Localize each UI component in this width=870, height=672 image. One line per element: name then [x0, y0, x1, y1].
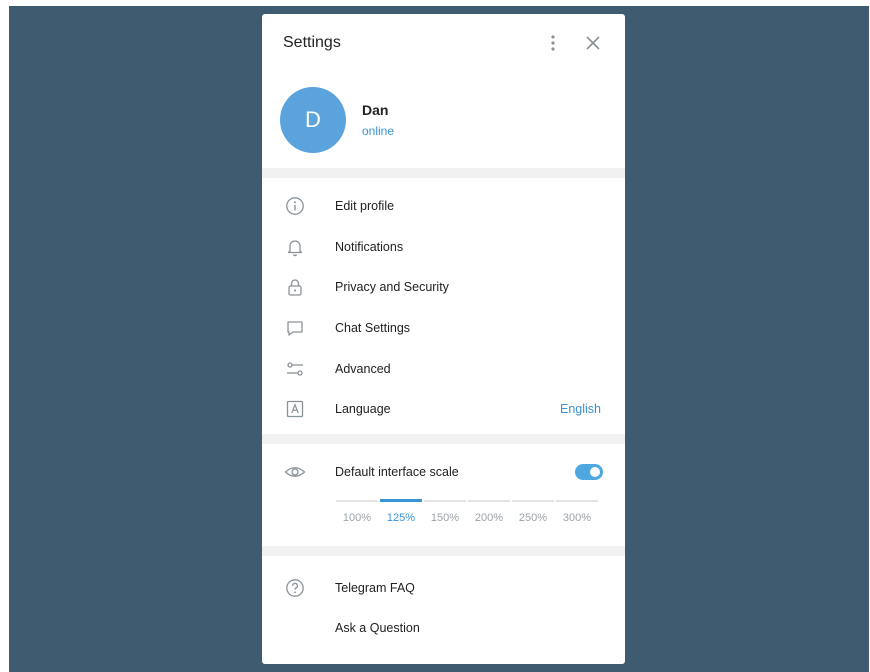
interface-scale-row[interactable]: Default interface scale	[262, 444, 625, 500]
blank-icon	[284, 617, 306, 639]
profile-status: online	[362, 124, 395, 138]
scale-option-300[interactable]: 300%	[555, 512, 599, 524]
menu-item-privacy-security[interactable]: Privacy and Security	[262, 267, 625, 308]
scale-segment[interactable]	[512, 499, 554, 502]
close-button[interactable]	[581, 31, 605, 55]
language-icon	[284, 398, 306, 420]
menu-item-label: Notifications	[335, 239, 404, 254]
scale-option-125[interactable]: 125%	[379, 512, 423, 524]
settings-menu: Edit profile Notifications Privacy and S…	[262, 178, 625, 434]
menu-item-label: Language	[335, 402, 391, 417]
section-divider	[262, 168, 625, 178]
menu-item-telegram-faq[interactable]: Telegram FAQ	[262, 568, 625, 609]
menu-item-chat-settings[interactable]: Chat Settings	[262, 308, 625, 349]
scale-selector: 100% 125% 150% 200% 250% 300%	[335, 499, 599, 540]
scale-toggle[interactable]	[575, 463, 603, 480]
question-icon	[284, 577, 306, 599]
close-icon	[586, 36, 600, 50]
eye-icon	[284, 461, 306, 483]
scale-segment[interactable]	[424, 499, 466, 502]
scale-segment[interactable]	[468, 499, 510, 502]
chat-icon	[284, 317, 306, 339]
settings-panel: Settings D Dan online Edit profile Notif…	[262, 14, 625, 664]
settings-header: Settings	[262, 14, 625, 72]
scale-option-250[interactable]: 250%	[511, 512, 555, 524]
menu-item-notifications[interactable]: Notifications	[262, 227, 625, 268]
info-icon	[284, 195, 306, 217]
menu-item-label: Telegram FAQ	[335, 580, 415, 595]
scale-option-150[interactable]: 150%	[423, 512, 467, 524]
profile-name: Dan	[362, 102, 389, 118]
bell-icon	[284, 236, 306, 258]
menu-item-label: Chat Settings	[335, 321, 411, 336]
scale-segment[interactable]	[380, 499, 422, 503]
scale-segment[interactable]	[556, 499, 598, 502]
scale-option-200[interactable]: 200%	[467, 512, 511, 524]
menu-item-ask-question[interactable]: Ask a Question	[262, 608, 625, 649]
language-value: English	[560, 402, 601, 417]
profile-section[interactable]: D Dan online	[262, 72, 625, 168]
avatar[interactable]: D	[280, 87, 346, 153]
menu-item-label: Privacy and Security	[335, 280, 449, 295]
menu-item-advanced[interactable]: Advanced	[262, 348, 625, 389]
scale-option-100[interactable]: 100%	[335, 512, 379, 524]
menu-item-language[interactable]: Language English	[262, 389, 625, 430]
scale-label: Default interface scale	[335, 464, 459, 479]
page-title: Settings	[283, 34, 341, 51]
menu-item-edit-profile[interactable]: Edit profile	[262, 186, 625, 227]
help-menu: Telegram FAQ Ask a Question	[262, 556, 625, 649]
more-options-button[interactable]	[541, 31, 565, 55]
menu-item-label: Edit profile	[335, 199, 395, 214]
lock-icon	[284, 276, 306, 298]
section-divider	[262, 433, 625, 444]
sliders-icon	[284, 358, 306, 380]
section-divider	[262, 545, 625, 556]
toggle-knob	[588, 464, 602, 479]
menu-item-label: Advanced	[335, 361, 391, 376]
scale-segment[interactable]	[336, 499, 378, 502]
menu-item-label: Ask a Question	[335, 621, 420, 636]
vertical-dots-icon	[551, 35, 555, 51]
